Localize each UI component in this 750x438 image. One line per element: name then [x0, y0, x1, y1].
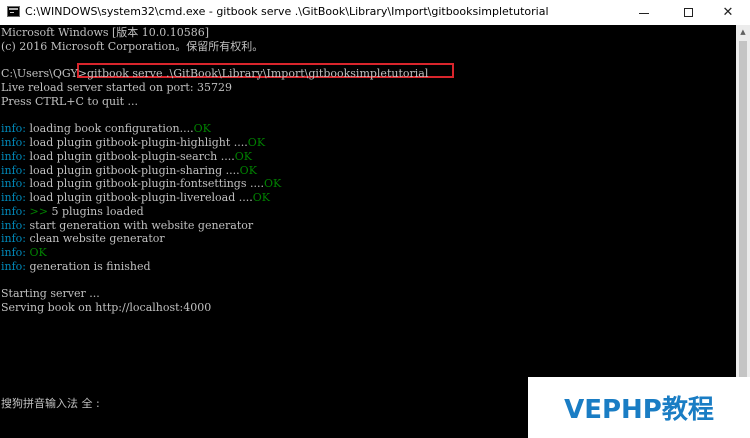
window-title: C:\WINDOWS\system32\cmd.exe - gitbook se…	[25, 5, 549, 18]
info-label: info:	[1, 122, 27, 136]
console-text: start generation with website generator	[26, 218, 254, 232]
status-ok: OK	[234, 149, 252, 163]
cmd-window: C:\WINDOWS\system32\cmd.exe - gitbook se…	[0, 0, 750, 438]
console-line: info: start generation with website gene…	[1, 219, 253, 233]
info-label: info:	[1, 136, 27, 149]
console-text: Serving book on http://localhost:4000	[1, 301, 212, 314]
console-text: clean website generator	[26, 232, 165, 246]
console-text: load plugin gitbook-plugin-fontsettings …	[26, 177, 264, 191]
info-label: info:	[1, 149, 27, 163]
status-ok: OK	[263, 177, 282, 191]
ime-status-line: 搜狗拼音输入法 全 :	[1, 397, 100, 410]
status-ok: OK	[252, 191, 270, 204]
minimize-icon	[639, 13, 649, 14]
title-bar[interactable]: C:\WINDOWS\system32\cmd.exe - gitbook se…	[0, 0, 750, 25]
scrollbar-thumb[interactable]	[739, 41, 747, 399]
console-text: C:\Users\QGY>	[1, 67, 87, 81]
console-text: load plugin gitbook-plugin-sharing ....	[26, 163, 240, 177]
watermark-logo: VEPHP教程	[528, 377, 750, 438]
console-line: Press CTRL+C to quit ...	[1, 95, 138, 109]
close-icon: ✕	[722, 5, 734, 20]
console-text: (c) 2016 Microsoft Corporation。保留所有权利。	[1, 39, 264, 53]
console-line: info: >> 5 plugins loaded	[1, 205, 144, 219]
console-text: Microsoft Windows [版本 10.0.10586]	[1, 26, 210, 39]
info-label: info:	[1, 204, 27, 218]
console-text: 5 plugins loaded	[47, 204, 144, 218]
console-text: load plugin gitbook-plugin-highlight ...…	[26, 136, 248, 149]
cmd-app-icon[interactable]	[7, 6, 20, 17]
console-line: (c) 2016 Microsoft Corporation。保留所有权利。	[1, 40, 263, 54]
console-line: info: clean website generator	[1, 232, 165, 246]
scroll-up-arrow-icon[interactable]: ▲	[736, 25, 750, 39]
console-line: info: load plugin gitbook-plugin-fontset…	[1, 177, 281, 191]
console-line: info: load plugin gitbook-plugin-liverel…	[1, 191, 270, 205]
status-ok: OK	[193, 122, 211, 136]
console-line: Serving book on http://localhost:4000	[1, 301, 211, 315]
console-text: Starting server ...	[1, 287, 100, 301]
console-text: gitbook serve .\GitBook\Library\Import\g…	[86, 67, 429, 81]
console-text: generation is finished	[26, 259, 151, 273]
info-label: info:	[1, 218, 27, 232]
info-label: info:	[1, 191, 27, 204]
status-ok: OK	[247, 136, 266, 149]
info-label: info:	[1, 259, 27, 273]
console-line: Starting server ...	[1, 287, 100, 301]
console-text: Live reload server started on port: 3572…	[1, 81, 233, 94]
console-line: Live reload server started on port: 3572…	[1, 81, 232, 95]
info-label: info:	[1, 177, 27, 191]
minimize-button[interactable]	[622, 0, 666, 25]
console-text: Press CTRL+C to quit ...	[1, 94, 139, 108]
console-line: info: loading book configuration....OK	[1, 122, 211, 136]
info-label: info:	[1, 246, 27, 259]
status-ok: OK	[29, 246, 47, 259]
maximize-icon	[683, 8, 693, 17]
console-text: loading book configuration....	[26, 122, 194, 136]
console-line: info: load plugin gitbook-plugin-search …	[1, 150, 252, 164]
status-ok: >>	[29, 204, 48, 218]
console-line: Microsoft Windows [版本 10.0.10586]	[1, 26, 209, 40]
console-line: info: load plugin gitbook-plugin-sharing…	[1, 164, 257, 178]
console-text: load plugin gitbook-plugin-livereload ..…	[26, 191, 253, 204]
info-label: info:	[1, 232, 27, 246]
console-line: info: OK	[1, 246, 47, 260]
console-line: info: load plugin gitbook-plugin-highlig…	[1, 136, 265, 150]
console-line: C:\Users\QGY>gitbook serve .\GitBook\Lib…	[1, 67, 428, 81]
close-button[interactable]: ✕	[706, 0, 750, 25]
console-line: info: generation is finished	[1, 260, 151, 274]
status-ok: OK	[239, 163, 257, 177]
console-text: load plugin gitbook-plugin-search ....	[26, 149, 235, 163]
maximize-button[interactable]	[666, 0, 710, 25]
info-label: info:	[1, 163, 27, 177]
